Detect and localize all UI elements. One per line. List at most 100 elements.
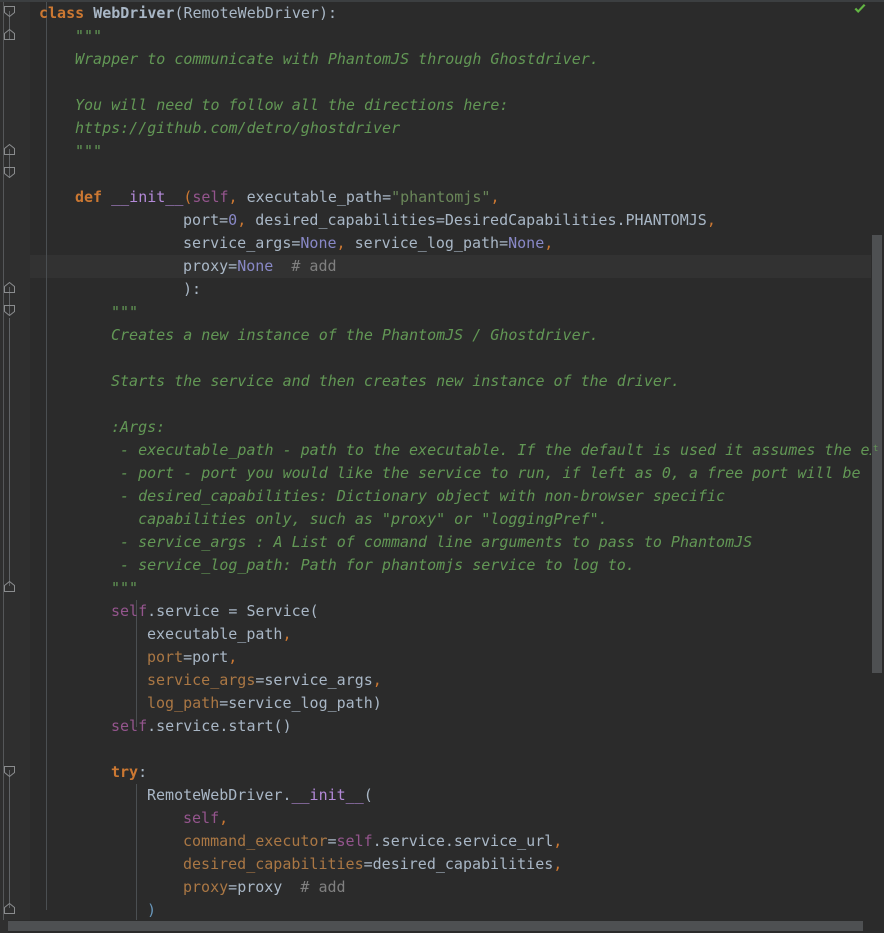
code-token: 0	[228, 211, 238, 229]
code-token: .service.start()	[147, 717, 292, 735]
code-token: (	[174, 4, 184, 22]
code-token: """	[111, 579, 139, 597]
code-token: def	[75, 188, 103, 206]
code-editor[interactable]: class WebDriver(RemoteWebDriver): """ Wrap…	[0, 0, 884, 933]
code-token: ,	[372, 671, 382, 689]
code-token: .service	[147, 602, 229, 620]
code-token: .service.service_url	[372, 832, 554, 850]
code-line[interactable]: ):	[183, 278, 201, 301]
fold-collapse-up-icon[interactable]	[3, 580, 16, 593]
code-token: ,	[282, 625, 292, 643]
code-token: ,	[228, 648, 238, 666]
code-line[interactable]: executable_path,	[147, 623, 292, 646]
code-token: You will need to follow all the directio…	[75, 96, 509, 114]
horizontal-scrollbar-track[interactable]	[0, 920, 884, 933]
code-token: =	[228, 257, 238, 275]
code-line[interactable]: self.service = Service(	[111, 600, 319, 623]
code-text-area[interactable]: class WebDriver(RemoteWebDriver): """ Wrap…	[30, 0, 884, 933]
code-token: "phantomjs"	[391, 188, 491, 206]
code-line[interactable]: proxy=proxy # add	[183, 876, 346, 899]
code-line[interactable]: """	[111, 577, 138, 600]
code-line[interactable]: service_args=service_args,	[147, 669, 382, 692]
code-token: ,	[544, 234, 554, 252]
code-token: self	[183, 809, 220, 827]
code-token: executable_path	[147, 625, 283, 643]
vertical-scrollbar-track[interactable]: t	[871, 0, 884, 933]
code-line[interactable]: desired_capabilities=desired_capabilitie…	[183, 853, 562, 876]
code-token: self	[111, 602, 148, 620]
code-line[interactable]: Creates a new instance of the PhantomJS …	[111, 324, 599, 347]
code-token: service_log_path	[345, 234, 500, 252]
code-token: ,	[553, 855, 563, 873]
fold-collapse-down-icon[interactable]	[3, 765, 16, 778]
code-line[interactable]: https://github.com/detro/ghostdriver	[75, 117, 400, 140]
code-line[interactable]: Starts the service and then creates new …	[111, 370, 680, 393]
code-line[interactable]: - service_args : A List of command line …	[111, 531, 752, 554]
code-token: ,	[219, 809, 229, 827]
code-line[interactable]: - desired_capabilities: Dictionary objec…	[111, 485, 725, 508]
fold-collapse-up-icon[interactable]	[3, 902, 16, 915]
code-token: :Args:	[111, 418, 166, 436]
code-line[interactable]: You will need to follow all the directio…	[75, 94, 508, 117]
code-token: # add	[300, 878, 346, 896]
code-token: proxy	[183, 257, 229, 275]
code-token: service_args	[183, 234, 292, 252]
code-line[interactable]: class WebDriver(RemoteWebDriver):	[39, 2, 337, 25]
code-token: ,	[228, 188, 238, 206]
code-token: DesiredCapabilities.PHANTOMJS	[444, 211, 707, 229]
code-token: =	[228, 878, 238, 896]
code-line[interactable]: self,	[183, 807, 228, 830]
code-token: :	[138, 763, 148, 781]
code-line[interactable]: capabilities only, such as "proxy" or "l…	[111, 508, 608, 531]
horizontal-scrollbar-thumb[interactable]	[8, 921, 863, 931]
code-line[interactable]: - service_log_path: Path for phantomjs s…	[111, 554, 635, 577]
code-line[interactable]: - port - port you would like the service…	[111, 462, 884, 485]
code-line[interactable]: port=port,	[147, 646, 237, 669]
code-token: ,	[336, 234, 346, 252]
code-line[interactable]: )	[147, 899, 156, 922]
code-token: desired_capabilities	[372, 855, 554, 873]
fold-collapse-up-icon[interactable]	[3, 143, 16, 156]
code-line[interactable]: port=0, desired_capabilities=DesiredCapa…	[183, 209, 716, 232]
code-line[interactable]: - executable_path - path to the executab…	[111, 439, 884, 462]
editor-gutter[interactable]	[0, 0, 30, 933]
error-stripe-marker[interactable]: t	[873, 445, 881, 454]
fold-collapse-up-icon[interactable]	[3, 281, 16, 294]
fold-collapse-down-icon[interactable]	[3, 304, 16, 317]
check-icon[interactable]	[852, 2, 868, 18]
code-token: - service_log_path: Path for phantomjs s…	[111, 556, 635, 574]
vertical-scrollbar-thumb[interactable]	[872, 235, 882, 673]
code-line[interactable]: service_args=None, service_log_path=None…	[183, 232, 553, 255]
code-token: __init__	[111, 188, 184, 206]
code-line[interactable]: def __init__(self, executable_path="phan…	[75, 186, 499, 209]
code-token: =	[499, 234, 509, 252]
code-token: service_args	[264, 671, 373, 689]
code-line[interactable]: try:	[111, 761, 147, 784]
code-token: - executable_path - path to the executab…	[120, 441, 884, 459]
fold-collapse-down-icon[interactable]	[3, 5, 16, 18]
code-token: Service(	[237, 602, 319, 620]
fold-collapse-up-icon[interactable]	[3, 28, 16, 41]
code-token: ):	[318, 4, 338, 22]
code-token: """	[111, 303, 139, 321]
fold-collapse-down-icon[interactable]	[3, 166, 16, 179]
code-line[interactable]: :Args:	[111, 416, 165, 439]
code-line[interactable]: """	[75, 140, 102, 163]
code-token: None	[237, 257, 274, 275]
code-token: https://github.com/detro/ghostdriver	[75, 119, 401, 137]
code-token: ):	[183, 280, 202, 298]
code-token: ,	[706, 211, 716, 229]
code-line[interactable]: """	[75, 25, 102, 48]
code-line[interactable]: command_executor=self.service.service_ur…	[183, 830, 562, 853]
code-line[interactable]: RemoteWebDriver.__init__(	[147, 784, 373, 807]
code-token: executable_path	[237, 188, 383, 206]
code-line[interactable]: self.service.start()	[111, 715, 292, 738]
code-line[interactable]: """	[111, 301, 138, 324]
code-token: WebDriver	[93, 4, 175, 22]
code-line[interactable]: log_path=service_log_path)	[147, 692, 382, 715]
code-line[interactable]: proxy=None # add	[183, 255, 337, 278]
code-token: capabilities only, such as "proxy" or "l…	[111, 510, 608, 528]
code-line[interactable]: Wrapper to communicate with PhantomJS th…	[75, 48, 599, 71]
code-token: service_log_path)	[228, 694, 382, 712]
